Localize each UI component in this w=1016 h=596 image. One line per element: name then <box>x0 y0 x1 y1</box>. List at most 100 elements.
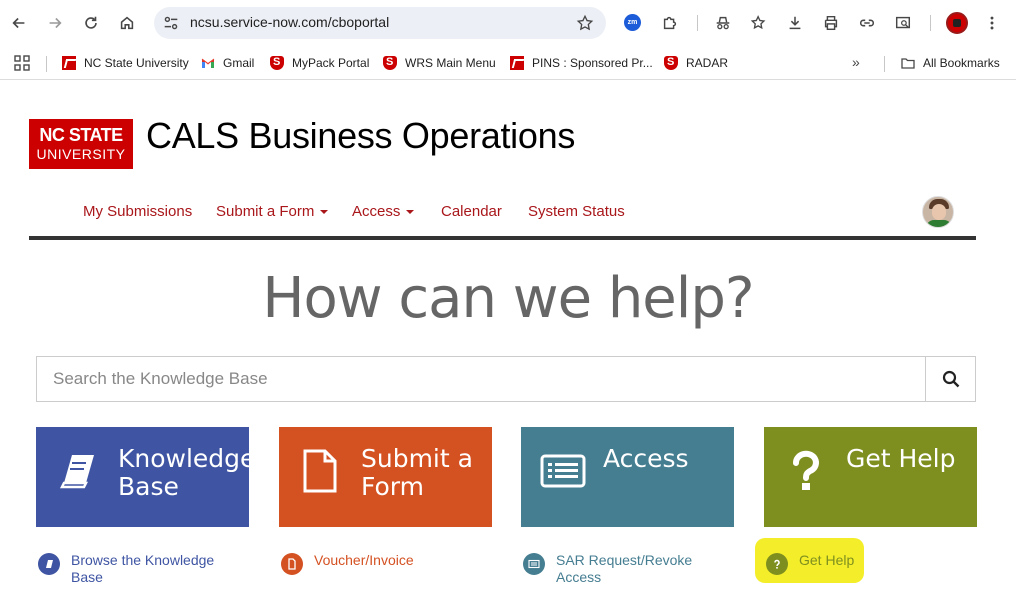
tile-get-help[interactable]: Get Help <box>764 427 977 527</box>
bookmark-wrs-main-menu[interactable]: WRS Main Menu <box>383 52 496 74</box>
search-button[interactable] <box>925 357 975 401</box>
nav-label: System Status <box>528 203 625 220</box>
bookmarks-divider <box>884 56 885 72</box>
knowledge-search <box>36 356 976 402</box>
bookmark-star-icon[interactable] <box>576 14 594 32</box>
bookmark-radar[interactable]: RADAR <box>664 52 728 74</box>
bookmark-label: MyPack Portal <box>292 56 370 70</box>
list-card-icon <box>540 454 586 488</box>
forward-arrow-icon <box>49 17 62 29</box>
nav-my-submissions[interactable]: My Submissions <box>83 203 192 220</box>
link-text: Voucher/Invoice <box>314 552 414 568</box>
tile-label: Get Help <box>846 445 956 473</box>
incognito-button[interactable] <box>709 9 737 37</box>
kebab-menu-icon <box>990 16 994 30</box>
tile-label: Access <box>603 445 689 473</box>
link-line2: Base <box>71 569 103 585</box>
shield-icon <box>383 56 397 70</box>
shield-icon <box>270 56 284 70</box>
downloads-button[interactable] <box>781 9 809 37</box>
share-link-button[interactable] <box>853 9 881 37</box>
bookmarks-divider <box>46 56 47 72</box>
zoom-extension-icon[interactable]: zm <box>624 14 641 31</box>
tile-label: Submit a Form <box>361 445 473 501</box>
main-nav: My Submissions Submit a Form Access Cale… <box>29 196 976 240</box>
browser-toolbar: ncsu.service-now.com/cboportal zm <box>0 0 1016 46</box>
back-button[interactable] <box>5 9 33 37</box>
address-bar[interactable]: ncsu.service-now.com/cboportal <box>154 7 606 39</box>
screen-search-button[interactable] <box>889 9 917 37</box>
link-text: SAR Request/Revoke Access <box>556 552 692 586</box>
nav-system-status[interactable]: System Status <box>528 203 625 220</box>
incognito-icon <box>716 16 730 30</box>
logo-line2: UNIVERSITY <box>36 146 126 162</box>
printer-icon <box>824 15 838 31</box>
print-button[interactable] <box>817 9 845 37</box>
site-settings-icon[interactable] <box>162 14 180 32</box>
link-sar-request-revoke-access[interactable]: SAR Request/Revoke Access <box>523 552 692 586</box>
nav-submit-a-form[interactable]: Submit a Form <box>216 203 329 220</box>
link-browse-knowledge-base[interactable]: Browse the Knowledge Base <box>38 552 214 586</box>
link-text: Browse the Knowledge Base <box>71 552 214 586</box>
question-mark-icon <box>793 450 819 490</box>
bookmark-mypack-portal[interactable]: MyPack Portal <box>270 52 369 74</box>
tile-knowledge-base[interactable]: Knowledge Base <box>36 427 255 527</box>
portal-page: NC STATE UNIVERSITY CALS Business Operat… <box>0 81 1016 596</box>
user-avatar[interactable] <box>922 196 954 228</box>
book-icon <box>59 455 94 489</box>
avatar-face <box>932 204 946 220</box>
all-bookmarks-button[interactable]: All Bookmarks <box>901 52 1000 74</box>
caret-down-icon <box>406 210 415 215</box>
bookmark-gmail[interactable]: Gmail <box>201 52 254 74</box>
search-input[interactable] <box>37 357 926 401</box>
tile-label-line2: Base <box>118 472 179 501</box>
more-bookmarks-button[interactable]: » <box>852 54 860 70</box>
link-line1: Browse the Knowledge <box>71 552 215 568</box>
toolbar-divider <box>930 15 931 31</box>
download-icon <box>789 16 801 30</box>
reload-icon <box>85 16 97 29</box>
tile-label: Knowledge Base <box>118 445 255 501</box>
nav-calendar[interactable]: Calendar <box>441 203 502 220</box>
bookmark-label: NC State University <box>84 56 189 70</box>
link-line1: SAR Request/Revoke <box>556 552 693 568</box>
document-icon <box>303 449 337 493</box>
tile-label-line2: Form <box>361 472 424 501</box>
tile-label-line1: Submit a <box>361 444 473 473</box>
tile-label-line1: Access <box>603 444 689 473</box>
list-card-icon <box>523 553 545 575</box>
back-arrow-icon <box>12 17 25 29</box>
apps-grid-icon[interactable] <box>14 55 30 71</box>
url-text: ncsu.service-now.com/cboportal <box>190 14 390 30</box>
ncsu-icon <box>510 56 524 70</box>
tile-label-line1: Get Help <box>846 444 956 473</box>
shield-icon <box>664 56 678 70</box>
toolbar-divider <box>697 15 698 31</box>
nav-label: Calendar <box>441 203 502 220</box>
question-mark-icon <box>766 553 788 575</box>
home-button[interactable] <box>113 9 141 37</box>
screen-search-icon <box>895 16 911 29</box>
browser-menu-button[interactable] <box>978 9 1006 37</box>
nav-label: Submit a Form <box>216 203 315 220</box>
bookmark-nc-state-university[interactable]: NC State University <box>62 52 189 74</box>
logo-line1: NC STATE <box>39 125 123 145</box>
browser-profile-avatar[interactable] <box>946 12 968 34</box>
link-voucher-invoice[interactable]: Voucher/Invoice <box>281 552 414 575</box>
bookmark-pins-sponsored[interactable]: PINS : Sponsored Pr... <box>510 52 653 74</box>
link-line2: Access <box>556 569 602 585</box>
bookmark-label: Gmail <box>223 56 255 70</box>
tile-access[interactable]: Access <box>521 427 734 527</box>
favorites-button[interactable] <box>745 9 773 37</box>
reload-button[interactable] <box>77 9 105 37</box>
forward-button[interactable] <box>41 9 69 37</box>
link-get-help[interactable]: Get Help <box>766 552 854 575</box>
folder-icon <box>901 58 915 69</box>
extensions-button[interactable] <box>656 9 684 37</box>
book-icon <box>38 553 60 575</box>
ncsu-logo[interactable]: NC STATE UNIVERSITY <box>29 119 133 169</box>
tile-submit-a-form[interactable]: Submit a Form <box>279 427 492 527</box>
gmail-icon <box>201 58 215 68</box>
nav-access[interactable]: Access <box>352 203 415 220</box>
link-icon <box>860 19 874 27</box>
